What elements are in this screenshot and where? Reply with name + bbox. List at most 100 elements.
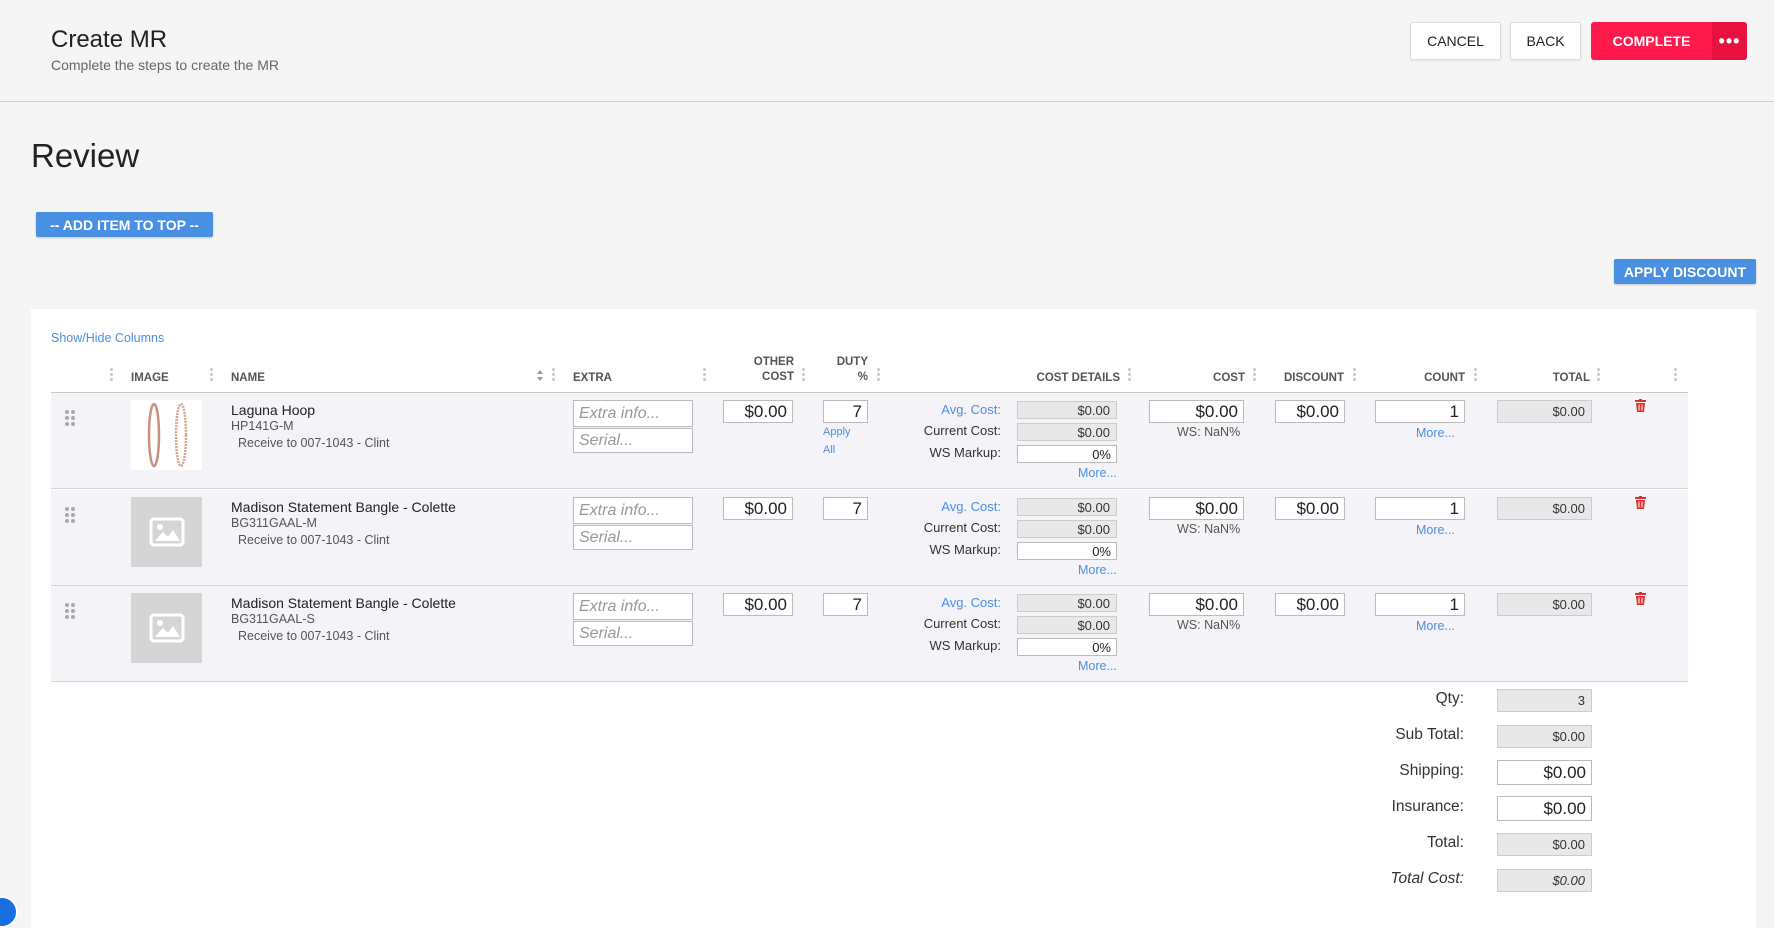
drag-handle-icon[interactable] — [65, 410, 77, 430]
column-resize-handle[interactable] — [1597, 368, 1601, 386]
item-image[interactable] — [131, 400, 202, 470]
drag-handle-icon[interactable] — [65, 603, 77, 623]
column-header-cost-details[interactable]: COST DETAILS — [1000, 371, 1120, 386]
page-header: Create MR Complete the steps to create t… — [0, 0, 1774, 102]
current-cost-value: $0.00 — [1017, 616, 1117, 634]
current-cost-label: Current Cost: — [923, 520, 1001, 535]
extra-info-input[interactable]: Extra info... — [573, 497, 693, 524]
other-cost-input[interactable]: $0.00 — [723, 497, 793, 520]
subtotal-label: Sub Total: — [1395, 726, 1464, 743]
help-widget-icon[interactable] — [0, 896, 18, 928]
current-cost-value: $0.00 — [1017, 423, 1117, 441]
column-resize-handle[interactable] — [1674, 368, 1678, 386]
cost-details-more-link[interactable]: More... — [1078, 563, 1117, 577]
cost-input[interactable]: $0.00 — [1149, 497, 1244, 520]
count-more-link[interactable]: More... — [1416, 619, 1455, 633]
count-input[interactable]: 1 — [1375, 593, 1465, 616]
cancel-button[interactable]: CANCEL — [1410, 22, 1501, 60]
avg-cost-link[interactable]: Avg. Cost: — [871, 499, 1001, 514]
count-input[interactable]: 1 — [1375, 400, 1465, 423]
total-label: Total: — [1426, 834, 1464, 851]
trash-icon[interactable] — [1635, 399, 1646, 412]
column-header-discount[interactable]: DISCOUNT — [1260, 371, 1344, 386]
extra-info-input[interactable]: Extra info... — [573, 593, 693, 620]
column-resize-handle[interactable] — [703, 368, 707, 386]
column-resize-handle[interactable] — [210, 368, 214, 386]
item-name[interactable]: Laguna Hoop — [231, 402, 315, 418]
count-more-link[interactable]: More... — [1416, 523, 1455, 537]
item-receive-location: Receive to 007-1043 - Clint — [238, 533, 390, 547]
ws-markup-input[interactable]: 0% — [1017, 542, 1117, 560]
row-total-value: $0.00 — [1497, 593, 1592, 616]
other-cost-input[interactable]: $0.00 — [723, 593, 793, 616]
duty-input[interactable]: 7 — [823, 400, 868, 423]
duty-input[interactable]: 7 — [823, 593, 868, 616]
column-resize-handle[interactable] — [1353, 368, 1357, 386]
other-cost-input[interactable]: $0.00 — [723, 400, 793, 423]
item-image-placeholder[interactable] — [131, 593, 202, 663]
column-resize-handle[interactable] — [1474, 368, 1478, 386]
avg-cost-link[interactable]: Avg. Cost: — [871, 595, 1001, 610]
add-item-to-top-button[interactable]: -- ADD ITEM TO TOP -- — [36, 212, 213, 237]
total-cost-label: Total Cost: — [1390, 870, 1464, 887]
insurance-input[interactable]: $0.00 — [1497, 796, 1592, 821]
ws-markup-input[interactable]: 0% — [1017, 638, 1117, 656]
column-resize-handle[interactable] — [877, 368, 881, 386]
serial-input[interactable]: Serial... — [573, 428, 693, 453]
count-more-link[interactable]: More... — [1416, 426, 1455, 440]
apply-discount-button[interactable]: APPLY DISCOUNT — [1614, 259, 1756, 284]
extra-info-input[interactable]: Extra info... — [573, 400, 693, 427]
cost-details-more-link[interactable]: More... — [1078, 659, 1117, 673]
more-actions-button[interactable]: ••• — [1712, 22, 1747, 60]
table-row: Laguna Hoop HP141G-M Receive to 007-1043… — [51, 393, 1688, 489]
subtotal-value: $0.00 — [1497, 725, 1592, 748]
count-input[interactable]: 1 — [1375, 497, 1465, 520]
item-name[interactable]: Madison Statement Bangle - Colette — [231, 595, 456, 611]
duty-input[interactable]: 7 — [823, 497, 868, 520]
trash-icon[interactable] — [1635, 496, 1646, 509]
serial-input[interactable]: Serial... — [573, 525, 693, 550]
sort-icon[interactable] — [536, 369, 544, 382]
column-resize-handle[interactable] — [1253, 368, 1257, 386]
item-sku: BG311GAAL-S — [231, 612, 315, 626]
current-cost-label: Current Cost: — [923, 423, 1001, 438]
cost-details-more-link[interactable]: More... — [1078, 466, 1117, 480]
column-header-duty[interactable]: DUTY % — [820, 355, 868, 385]
total-cost-value: $0.00 — [1497, 869, 1592, 892]
column-header-count[interactable]: COUNT — [1380, 371, 1465, 386]
drag-handle-icon[interactable] — [65, 507, 77, 527]
ws-markup-input[interactable]: 0% — [1017, 445, 1117, 463]
discount-input[interactable]: $0.00 — [1275, 497, 1345, 520]
ws-markup-label: WS Markup: — [929, 638, 1001, 653]
trash-icon[interactable] — [1635, 592, 1646, 605]
page-title: Create MR — [51, 26, 168, 53]
cost-input[interactable]: $0.00 — [1149, 593, 1244, 616]
show-hide-columns-link[interactable]: Show/Hide Columns — [51, 331, 164, 345]
column-header-other-cost-line1: OTHER — [753, 356, 794, 368]
serial-input[interactable]: Serial... — [573, 621, 693, 646]
avg-cost-link[interactable]: Avg. Cost: — [871, 402, 1001, 417]
discount-input[interactable]: $0.00 — [1275, 400, 1345, 423]
column-resize-handle[interactable] — [552, 368, 556, 386]
discount-input[interactable]: $0.00 — [1275, 593, 1345, 616]
table-row: Madison Statement Bangle - Colette BG311… — [51, 586, 1688, 682]
insurance-label: Insurance: — [1391, 798, 1464, 815]
column-resize-handle[interactable] — [1128, 368, 1132, 386]
back-button[interactable]: BACK — [1510, 22, 1581, 60]
column-header-cost[interactable]: COST — [1180, 371, 1245, 386]
cost-input[interactable]: $0.00 — [1149, 400, 1244, 423]
item-name[interactable]: Madison Statement Bangle - Colette — [231, 499, 456, 515]
apply-duty-all-link[interactable]: Apply All — [823, 426, 851, 462]
column-resize-handle[interactable] — [110, 368, 114, 386]
column-header-total[interactable]: TOTAL — [1510, 371, 1590, 386]
column-header-extra[interactable]: EXTRA — [573, 371, 612, 386]
column-header-image[interactable]: IMAGE — [131, 371, 169, 386]
shipping-input[interactable]: $0.00 — [1497, 760, 1592, 785]
column-header-name[interactable]: NAME — [231, 371, 265, 386]
complete-button[interactable]: COMPLETE — [1591, 22, 1712, 60]
page-subtitle: Complete the steps to create the MR — [51, 57, 279, 73]
qty-value: 3 — [1497, 689, 1592, 712]
column-header-other-cost[interactable]: OTHER COST — [732, 355, 794, 385]
item-image-placeholder[interactable] — [131, 497, 202, 567]
column-resize-handle[interactable] — [802, 368, 806, 386]
